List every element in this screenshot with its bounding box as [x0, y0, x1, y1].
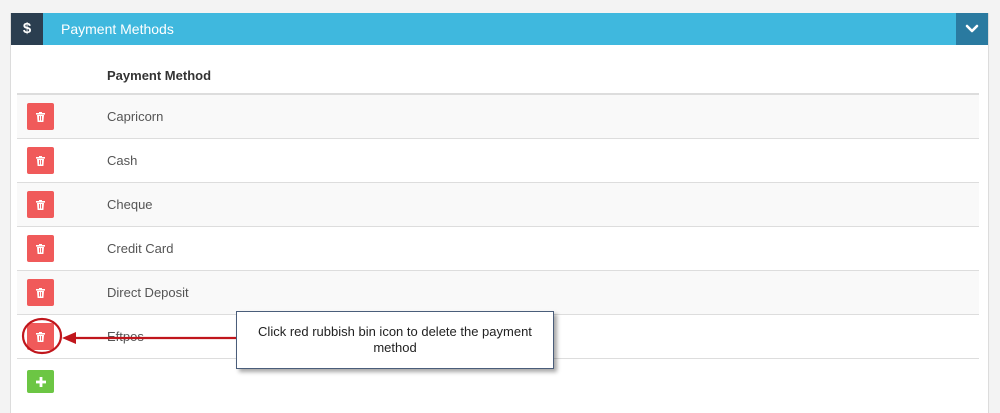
collapse-button[interactable]	[956, 13, 988, 45]
table-row: Capricorn	[17, 95, 979, 139]
delete-button[interactable]	[27, 279, 54, 306]
trash-icon	[36, 111, 45, 122]
table-row: Cheque	[17, 183, 979, 227]
trash-icon	[36, 287, 45, 298]
table-row: Credit Card	[17, 227, 979, 271]
trash-icon	[36, 243, 45, 254]
payment-method-name: Credit Card	[107, 241, 174, 256]
table-row: Direct Deposit	[17, 271, 979, 315]
delete-button[interactable]	[27, 103, 54, 130]
payment-method-name: Direct Deposit	[107, 285, 189, 300]
panel-title: Payment Methods	[61, 21, 174, 37]
payment-method-name: Cheque	[107, 197, 153, 212]
payment-method-name: Cash	[107, 153, 138, 168]
delete-button[interactable]	[27, 235, 54, 262]
delete-button[interactable]	[27, 191, 54, 218]
plus-icon	[35, 376, 46, 387]
table-header: Payment Method	[17, 61, 979, 95]
delete-button[interactable]	[27, 323, 54, 350]
trash-icon	[36, 331, 45, 342]
delete-button[interactable]	[27, 147, 54, 174]
payment-method-name: Eftpos	[107, 329, 144, 344]
chevron-down-icon	[965, 24, 979, 33]
annotation-text: Click red rubbish bin icon to delete the…	[258, 324, 532, 355]
trash-icon	[36, 155, 45, 166]
dollar-icon: $	[11, 13, 43, 45]
payment-method-name: Capricorn	[107, 109, 164, 124]
column-header-payment-method: Payment Method	[107, 68, 212, 83]
annotation-callout: Click red rubbish bin icon to delete the…	[236, 311, 554, 369]
panel-header: $ Payment Methods	[11, 13, 988, 45]
trash-icon	[36, 199, 45, 210]
table-row: Cash	[17, 139, 979, 183]
add-payment-method-button[interactable]	[27, 370, 54, 393]
